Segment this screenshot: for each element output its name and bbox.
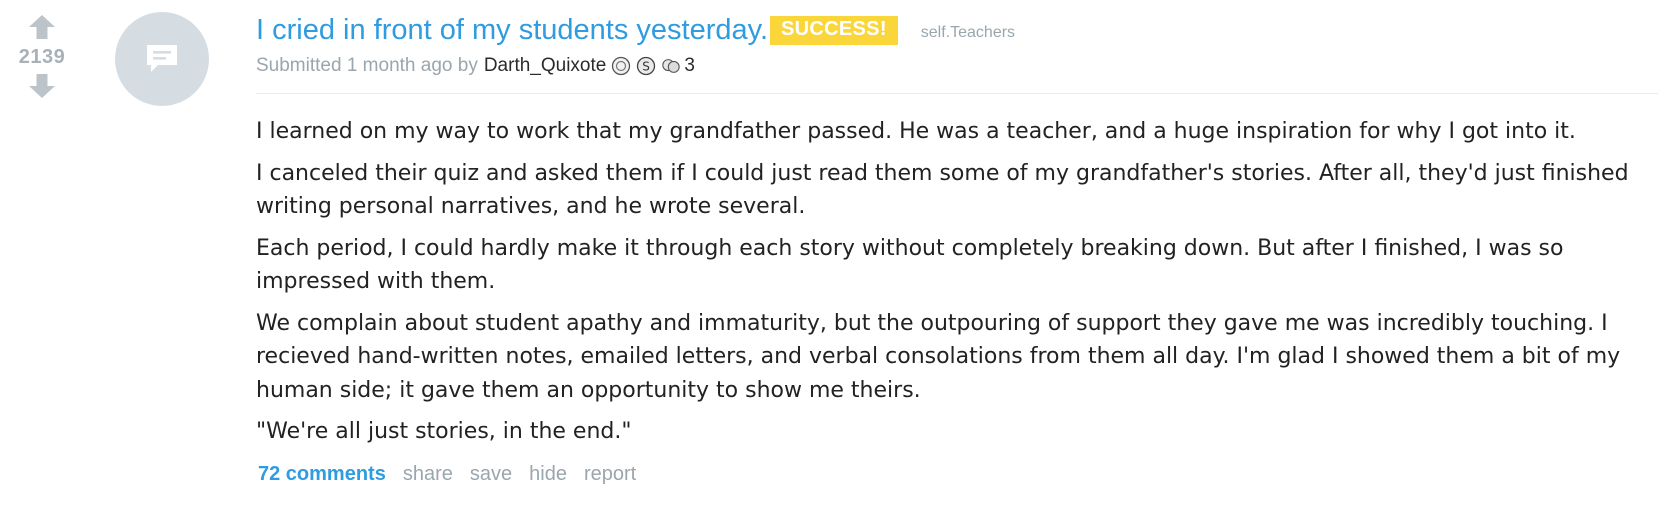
body-paragraph: Each period, I could hardly make it thro… xyxy=(256,235,1564,295)
share-button[interactable]: share xyxy=(403,463,453,486)
post-buttons: 72 comments share save hide report xyxy=(256,463,1659,486)
comments-link[interactable]: 72 comments xyxy=(258,463,386,486)
body-paragraph: I learned on my way to work that my gran… xyxy=(256,119,1576,144)
svg-text:S: S xyxy=(643,60,651,74)
submit-time: 1 month ago xyxy=(346,55,453,76)
award-count: 3 xyxy=(684,55,695,76)
divider xyxy=(256,93,1658,94)
silver-award-icon[interactable] xyxy=(611,56,631,76)
upvote-arrow-icon[interactable] xyxy=(28,14,56,40)
hide-button[interactable]: hide xyxy=(529,463,567,486)
self-post-thumbnail[interactable] xyxy=(115,12,209,106)
body-paragraph: "We're all just stories, in the end." xyxy=(256,419,632,444)
by-label: by xyxy=(457,55,478,76)
save-button[interactable]: save xyxy=(470,463,512,486)
tagline: Submitted 1 month ago by Darth_Quixote S… xyxy=(256,53,1659,79)
downvote-arrow-icon[interactable] xyxy=(28,73,56,99)
title-line: I cried in front of my students yesterda… xyxy=(256,10,1659,50)
report-button[interactable]: report xyxy=(584,463,636,486)
link-flair: SUCCESS! xyxy=(770,15,898,45)
chat-bubble-icon xyxy=(147,45,177,72)
body-paragraph: I canceled their quiz and asked them if … xyxy=(256,160,1629,220)
post-domain[interactable]: self.Teachers xyxy=(921,24,1015,42)
submitted-label: Submitted xyxy=(256,55,342,76)
body-paragraph: We complain about student apathy and imm… xyxy=(256,310,1621,403)
helpful-award-icon[interactable] xyxy=(661,56,681,76)
post-body: I learned on my way to work that my gran… xyxy=(256,115,1656,449)
gold-award-icon[interactable]: S xyxy=(636,56,656,76)
vote-column: 2139 xyxy=(0,14,84,99)
post-entry: I cried in front of my students yesterda… xyxy=(256,10,1659,486)
score: 2139 xyxy=(18,46,66,68)
post-title[interactable]: I cried in front of my students yesterda… xyxy=(256,14,768,47)
author-link[interactable]: Darth_Quixote xyxy=(484,55,607,77)
